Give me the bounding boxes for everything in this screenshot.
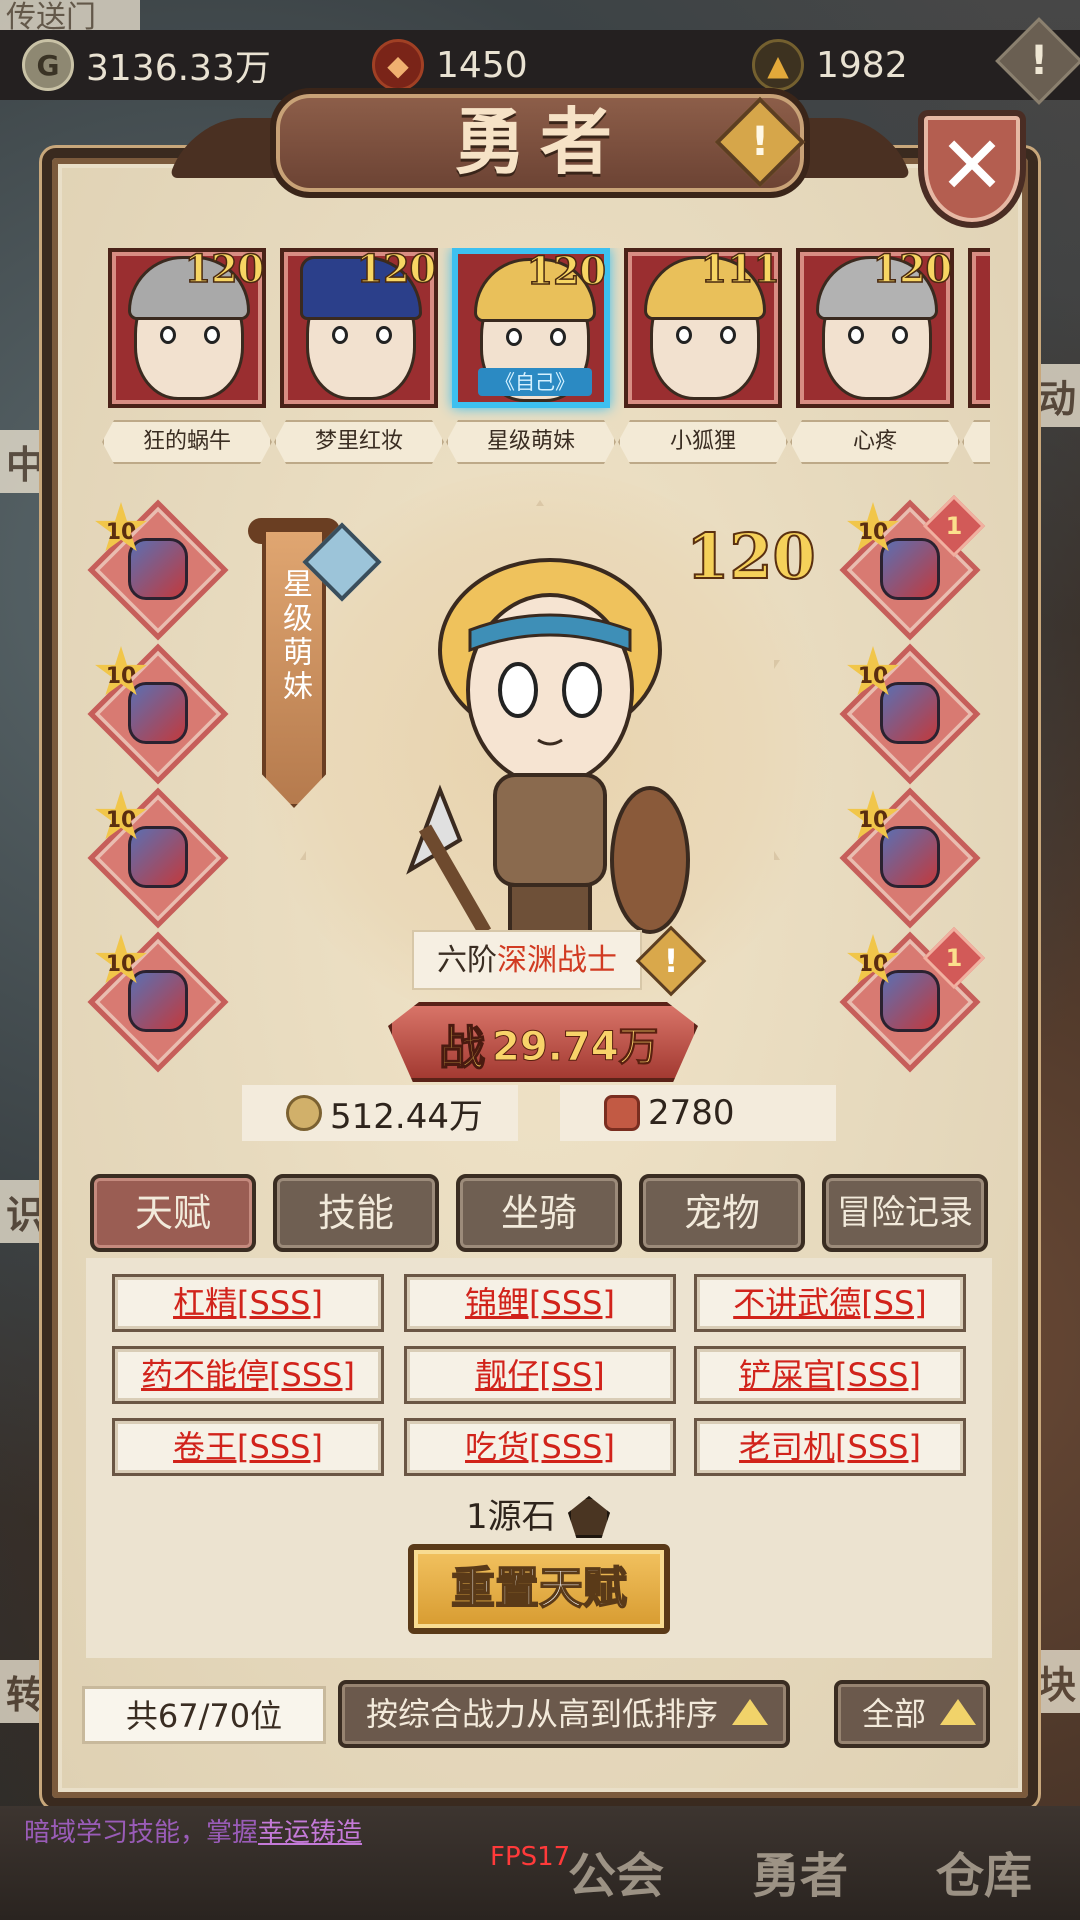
- close-button[interactable]: ✕: [918, 110, 1026, 228]
- hero-card-partial[interactable]: [968, 248, 990, 464]
- gold-coin-icon: [286, 1095, 322, 1131]
- tab-skill[interactable]: 技能: [273, 1174, 439, 1252]
- ore-icon: ▲: [752, 39, 804, 91]
- hero-level: 120: [526, 248, 607, 294]
- gold-resource[interactable]: G 3136.33万: [22, 36, 271, 94]
- close-icon: ✕: [938, 119, 1006, 212]
- hero-portrait: 120: [280, 248, 438, 408]
- weapon-icon: [128, 538, 188, 600]
- red-gem-resource[interactable]: ◆ 1450: [372, 36, 528, 94]
- arrow-up-icon: [732, 1699, 769, 1725]
- background-right-label: 块: [1032, 1650, 1080, 1713]
- tab-adventure-log[interactable]: 冒险记录: [822, 1174, 988, 1252]
- tip-link[interactable]: 幸运铸造: [258, 1818, 362, 1848]
- hero-gem-stat: 2780: [560, 1085, 836, 1141]
- equip-slot-charm[interactable]: 10: [846, 790, 974, 922]
- self-tag: 《自己》: [478, 368, 592, 396]
- power-label: 战: [438, 1020, 486, 1076]
- gold-coin-icon: G: [22, 39, 74, 91]
- scrolling-tip: 暗域学习技能，掌握幸运铸造: [24, 1818, 363, 1848]
- ore-amount: 1982: [816, 44, 908, 86]
- sort-label: 按综合战力从高到低排序: [366, 1695, 719, 1733]
- boots-icon: [128, 970, 188, 1032]
- talent-item[interactable]: 药不能停[SSS]: [112, 1346, 384, 1404]
- hero-card[interactable]: 111 小狐狸: [624, 248, 782, 464]
- hero-portrait: 120 《自己》: [452, 248, 610, 408]
- hero-card[interactable]: 120 心疼: [796, 248, 954, 464]
- hero-class: 六阶深渊战士: [412, 930, 642, 990]
- exclamation-icon: !: [750, 119, 770, 165]
- hero-gold-stat: 512.44万: [242, 1085, 518, 1141]
- nav-warehouse[interactable]: 仓库: [936, 1836, 1032, 1906]
- charm-icon: [880, 826, 940, 888]
- class-tier: 六阶: [437, 943, 497, 978]
- hero-card-selected[interactable]: 120 《自己》 星级萌妹: [452, 248, 610, 464]
- hero-level: 120: [872, 248, 953, 292]
- gold-amount: 3136.33万: [86, 48, 271, 89]
- exclamation-icon: !: [663, 942, 679, 980]
- equip-slot-weapon[interactable]: 10: [94, 502, 222, 634]
- hero-name: 狂的蜗牛: [102, 420, 272, 464]
- equip-slot-helmet[interactable]: 10: [94, 790, 222, 922]
- talent-item[interactable]: 吃货[SSS]: [404, 1418, 676, 1476]
- talent-item[interactable]: 老司机[SSS]: [694, 1418, 966, 1476]
- hero-name: 心疼: [790, 420, 960, 464]
- hero-name: 梦里红妆: [274, 420, 444, 464]
- hero-gold-value: 512.44万: [330, 1096, 483, 1137]
- hero-portrait: 120: [108, 248, 266, 408]
- hero-level: 111: [700, 248, 781, 292]
- red-gem-amount: 1450: [436, 44, 528, 86]
- hero-level-display: 120: [685, 519, 816, 594]
- filter-label: 全部: [862, 1695, 927, 1733]
- background-right-label: 动: [1032, 364, 1080, 427]
- talent-item[interactable]: 杠精[SSS]: [112, 1274, 384, 1332]
- reset-talent-button[interactable]: 重置天赋: [408, 1544, 670, 1634]
- tab-pet[interactable]: 宠物: [639, 1174, 805, 1252]
- power-value: 29.74万: [492, 1024, 660, 1071]
- filter-button[interactable]: 全部: [834, 1680, 990, 1748]
- armor-icon: [128, 682, 188, 744]
- class-name: 深渊战士: [497, 943, 617, 978]
- equip-slot-ring[interactable]: 10: [846, 646, 974, 778]
- talent-item[interactable]: 锦鲤[SSS]: [404, 1274, 676, 1332]
- equip-slot-amulet[interactable]: 10 1: [846, 926, 986, 1066]
- necklace-icon: [880, 538, 940, 600]
- exclamation-icon: !: [1029, 38, 1049, 84]
- equip-slot-boots[interactable]: 10: [94, 934, 222, 1066]
- nav-hero[interactable]: 勇者: [752, 1836, 848, 1906]
- talent-item[interactable]: 铲屎官[SSS]: [694, 1346, 966, 1404]
- hero-count: 共67/70位: [82, 1686, 326, 1744]
- hero-selector: 120 狂的蜗牛 120 梦里红妆 120 《自己》 星级萌妹 111 小狐狸: [102, 248, 990, 468]
- hero-name: 小狐狸: [618, 420, 788, 464]
- talent-item[interactable]: 卷王[SSS]: [112, 1418, 384, 1476]
- amulet-icon: [880, 970, 940, 1032]
- hero-gem-value: 2780: [648, 1093, 735, 1133]
- helmet-icon: [128, 826, 188, 888]
- red-gem-icon: ◆: [372, 39, 424, 91]
- hero-card[interactable]: 120 梦里红妆: [280, 248, 438, 464]
- hero-level: 120: [184, 248, 265, 292]
- talent-item[interactable]: 靓仔[SS]: [404, 1346, 676, 1404]
- tab-mount[interactable]: 坐骑: [456, 1174, 622, 1252]
- tab-talent[interactable]: 天赋: [90, 1174, 256, 1252]
- ring-icon: [880, 682, 940, 744]
- notice-button[interactable]: !: [995, 17, 1080, 105]
- ore-resource[interactable]: ▲ 1982: [752, 36, 908, 94]
- hero-portrait: 111: [624, 248, 782, 408]
- arrow-up-icon: [940, 1699, 977, 1725]
- hero-level: 120: [356, 248, 437, 292]
- nav-guild[interactable]: 公会: [568, 1836, 664, 1906]
- sort-button[interactable]: 按综合战力从高到低排序: [338, 1680, 790, 1748]
- hero-card[interactable]: 120 狂的蜗牛: [108, 248, 266, 464]
- equip-slot-necklace[interactable]: 10 1: [846, 494, 986, 634]
- equip-slot-armor[interactable]: 10: [94, 646, 222, 778]
- hero-name: 星级萌妹: [446, 420, 616, 464]
- background-right-labels: 动 块: [0, 0, 1080, 1713]
- hero-portrait: 120: [796, 248, 954, 408]
- red-gem-icon: [604, 1095, 640, 1131]
- hero-banner-name: 星级萌妹: [277, 568, 312, 704]
- talent-item[interactable]: 不讲武德[SS]: [694, 1274, 966, 1332]
